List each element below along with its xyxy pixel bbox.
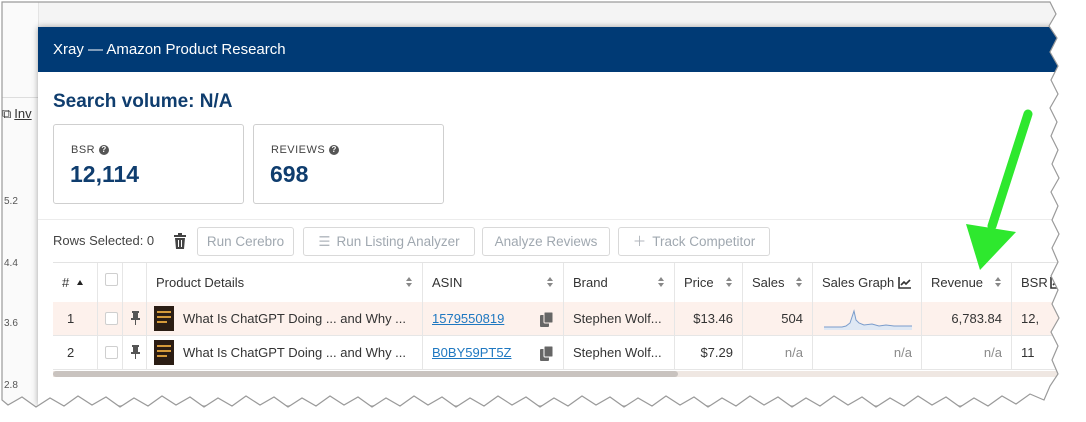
row-pin[interactable] (123, 302, 147, 335)
row-pin[interactable] (123, 336, 147, 369)
asin-cell: 1579550819 (423, 302, 564, 335)
row-number: 1 (53, 302, 98, 335)
thumbnail-detail (157, 350, 171, 352)
header-sales-graph[interactable]: Sales Graph (813, 263, 922, 302)
product-title[interactable]: What Is ChatGPT Doing ... and Why ... (183, 302, 406, 335)
dialog-title: Xray — Amazon Product Research (38, 27, 1078, 72)
product-thumbnail[interactable] (154, 306, 174, 331)
sales-graph-cell[interactable] (813, 302, 922, 335)
section-divider (38, 219, 1078, 220)
axis-tick: 3.6 (4, 318, 18, 329)
thumbnail-detail (157, 355, 167, 357)
revenue-cell: 6,783.84 (922, 302, 1012, 335)
select-all-checkbox[interactable] (105, 273, 118, 286)
sort-icon (547, 277, 554, 288)
sales-cell: 504 (743, 302, 813, 335)
row-number: 2 (53, 336, 98, 369)
sort-icon (726, 277, 733, 288)
product-details-cell[interactable]: What Is ChatGPT Doing ... and Why ... (147, 302, 423, 335)
header-brand[interactable]: Brand (564, 263, 675, 302)
row-select[interactable] (98, 302, 123, 335)
copy-icon[interactable] (540, 346, 553, 361)
header-pin (123, 263, 147, 302)
table-row[interactable]: 2 What Is ChatGPT Doing ... and Why ... … (53, 336, 1078, 370)
header-sales[interactable]: Sales (743, 263, 813, 302)
revenue-cell: n/a (922, 336, 1012, 369)
thumbnail-detail (157, 311, 171, 313)
asin-link[interactable]: 1579550819 (432, 302, 504, 335)
sort-ascending-icon (77, 280, 84, 285)
xray-dialog: Xray — Amazon Product Research Search vo… (38, 27, 1078, 405)
row-checkbox[interactable] (105, 312, 118, 325)
thumbnail-detail (157, 345, 171, 347)
annotation-arrow-icon (966, 109, 1033, 270)
track-competitor-button[interactable]: ＋ Track Competitor (618, 227, 770, 256)
bsr-value: 12,114 (70, 161, 140, 187)
header-num[interactable]: # (53, 263, 98, 302)
axis-tick: 5.2 (4, 196, 18, 207)
trash-icon[interactable] (173, 233, 187, 249)
bsr-card: BSR? 12,114 (53, 124, 244, 204)
question-circle-icon[interactable]: ? (99, 145, 110, 155)
bsr-cell: 12, (1021, 311, 1040, 326)
search-volume-heading: Search volume: N/A (53, 91, 233, 112)
thumbnail-detail (157, 316, 171, 318)
product-details-cell[interactable]: What Is ChatGPT Doing ... and Why ... (147, 336, 423, 369)
header-asin[interactable]: ASIN (423, 263, 564, 302)
price-cell: $7.29 (675, 336, 743, 369)
run-cerebro-button[interactable]: Run Cerebro (197, 227, 294, 256)
asin-cell: B0BY59PT5Z (423, 336, 564, 369)
row-select[interactable] (98, 336, 123, 369)
header-product-details[interactable]: Product Details (147, 263, 423, 302)
axis-tick: 4.4 (4, 258, 18, 269)
bsr-label: BSR? (71, 144, 110, 156)
sort-icon (406, 277, 413, 288)
list-icon: ☰ (318, 234, 331, 249)
run-listing-analyzer-button[interactable]: ☰ Run Listing Analyzer (303, 227, 475, 256)
bsr-cell: 11 (1021, 345, 1035, 360)
background-divider (0, 97, 38, 98)
reviews-value: 698 (270, 161, 309, 187)
axis-tick: 2.8 (4, 380, 18, 391)
asin-link[interactable]: B0BY59PT5Z (432, 336, 512, 369)
line-chart-icon (898, 277, 911, 289)
line-chart-icon (1050, 277, 1063, 289)
scrollbar-thumb[interactable] (53, 371, 678, 377)
product-thumbnail[interactable] (154, 340, 174, 365)
copy-icon: ⧉ (2, 106, 12, 121)
table-row[interactable]: 1 What Is ChatGPT Doing ... and Why ... … (53, 302, 1078, 336)
product-title[interactable]: What Is ChatGPT Doing ... and Why ... (183, 336, 406, 369)
copy-icon[interactable] (540, 312, 553, 327)
header-price[interactable]: Price (675, 263, 743, 302)
reviews-label: REVIEWS? (271, 144, 340, 156)
sales-graph-cell: n/a (813, 336, 922, 369)
sort-icon (796, 277, 803, 288)
reviews-card: REVIEWS? 698 (253, 124, 444, 204)
sales-sparkline[interactable] (824, 306, 912, 330)
brand-cell: Stephen Wolf... (564, 302, 675, 335)
row-checkbox[interactable] (105, 346, 118, 359)
header-select-all[interactable] (98, 263, 123, 302)
table-header: # Product Details ASIN Brand Price Sales (53, 262, 1078, 303)
brand-cell: Stephen Wolf... (564, 336, 675, 369)
horizontal-scrollbar[interactable] (53, 371, 1078, 377)
background-link[interactable]: ⧉ Inv (2, 106, 32, 122)
price-cell: $13.46 (675, 302, 743, 335)
question-circle-icon[interactable]: ? (329, 145, 340, 155)
sort-icon (995, 277, 1002, 288)
sales-cell: n/a (743, 336, 813, 369)
rows-selected-label: Rows Selected: 0 (53, 233, 155, 248)
plus-icon: ＋ (632, 234, 647, 249)
thumbnail-detail (157, 321, 167, 323)
pin-icon[interactable] (131, 311, 140, 325)
pin-icon[interactable] (131, 345, 140, 359)
analyze-reviews-button[interactable]: Analyze Reviews (482, 227, 610, 256)
sort-icon (658, 277, 665, 288)
toolbar: Rows Selected: 0 Run Cerebro ☰ Run Listin… (53, 227, 1073, 256)
